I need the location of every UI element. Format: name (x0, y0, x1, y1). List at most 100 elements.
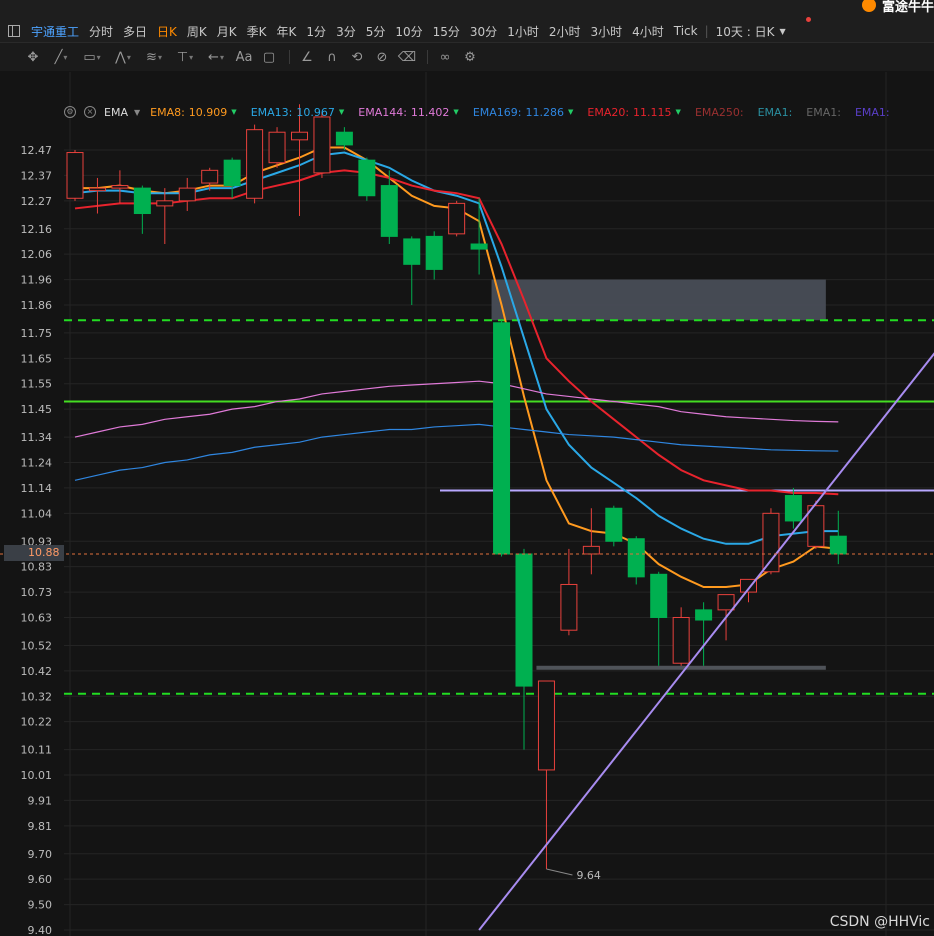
ema-legend-item[interactable]: EMA144: 11.402 ▼ (358, 106, 459, 119)
ema-legend-item[interactable]: EMA169: 11.286 ▼ (473, 106, 574, 119)
top-bar: 富途牛牛 宇通重工 分时 多日 日K 周K 月K 季K 年K 1分 3分 5分 10分 15分 30分 1… (0, 0, 934, 43)
fibonacci-tool-icon[interactable]: ≋ ▾ (140, 46, 168, 68)
timeframe-3[interactable]: 周K (182, 23, 212, 40)
ema-label[interactable]: EMA (104, 106, 128, 119)
candle-body (695, 609, 713, 621)
timeframe-15[interactable]: 3小时 (585, 23, 627, 40)
y-tick-label: 11.75 (21, 327, 53, 340)
candle-body (537, 680, 555, 771)
ema-legend-item[interactable]: EMA13: 10.967 ▼ (251, 106, 345, 119)
timeframe-16[interactable]: 4小时 (627, 23, 669, 40)
timeframe-14[interactable]: 2小时 (544, 23, 586, 40)
timeframe-0[interactable]: 分时 (84, 23, 118, 40)
candle-body (717, 594, 735, 611)
ema-legend-item[interactable]: EMA1: (758, 106, 793, 119)
ema-toggle-icon[interactable]: ▼ (339, 108, 344, 116)
ema-value: 11.115 (633, 105, 672, 119)
ema-value: 10.967 (296, 105, 335, 119)
timeframe-2[interactable]: 日K (152, 23, 182, 40)
y-tick-label: 10.01 (21, 769, 53, 782)
ema-legend-item[interactable]: EMA8: 10.909 ▼ (150, 106, 237, 119)
candle-body (313, 116, 331, 174)
range-chevron-icon[interactable]: ▼ (779, 27, 785, 36)
timeframe-17[interactable]: Tick (669, 24, 703, 38)
ema-toggle-icon[interactable]: ▼ (453, 108, 458, 116)
ema-toggle-icon[interactable]: ▼ (676, 108, 681, 116)
y-tick-label: 11.14 (21, 482, 53, 495)
candle-body (560, 583, 578, 631)
toolbar-separator (289, 50, 290, 64)
y-tick-label: 10.52 (21, 639, 53, 652)
link-icon[interactable]: ∞ (434, 46, 456, 68)
ema-name: EMA250: (694, 105, 744, 119)
ema-legend-item[interactable]: EMA20: 11.115 ▼ (587, 106, 681, 119)
timeframe-9[interactable]: 5分 (361, 23, 391, 40)
ema-value: 10.909 (188, 105, 228, 119)
candle-body (425, 235, 443, 270)
y-tick-label: 11.34 (21, 431, 53, 444)
candle-body (246, 129, 264, 199)
hide-icon[interactable]: ⊘ (371, 46, 393, 68)
sidebar-toggle-icon[interactable] (8, 25, 20, 37)
timeframe-10[interactable]: 10分 (390, 23, 427, 40)
ema-legend-item[interactable]: EMA1: (806, 106, 841, 119)
y-tick-label: 11.86 (21, 299, 53, 312)
ema-value: 11.402 (410, 105, 450, 119)
ema-toggle-icon[interactable]: ▼ (568, 108, 573, 116)
y-tick-label: 9.91 (28, 794, 53, 807)
price-zone (491, 279, 826, 321)
y-tick-label: 10.73 (21, 586, 53, 599)
stock-name[interactable]: 宇通重工 (26, 23, 84, 40)
y-tick-label: 12.37 (21, 169, 53, 182)
arrow-tool-icon[interactable]: ← ▾ (202, 46, 230, 68)
candle-body (515, 553, 533, 687)
comment-tool-icon[interactable]: ▢ (258, 46, 280, 68)
timeframe-4[interactable]: 月K (212, 23, 242, 40)
timeframe-1[interactable]: 多日 (118, 23, 152, 40)
y-tick-label: 11.04 (21, 507, 53, 520)
line-tool-icon[interactable]: ╱ ▾ (47, 46, 75, 68)
timeframe-5[interactable]: 季K (242, 23, 272, 40)
ema-toggle-icon[interactable]: ▼ (231, 108, 236, 116)
rectangle-tool-icon[interactable]: ▭ ▾ (78, 46, 106, 68)
candle-body (493, 322, 511, 555)
candle-body (605, 507, 623, 542)
y-tick-label: 10.32 (21, 690, 53, 703)
ema-name: EMA1: (854, 105, 890, 119)
y-tick-label: 11.24 (21, 457, 53, 470)
timeframe-8[interactable]: 3分 (331, 23, 361, 40)
ema-legend-item[interactable]: EMA1: (855, 106, 890, 119)
y-tick-label: 10.11 (21, 744, 53, 757)
current-price-value: 10.88 (28, 546, 60, 559)
ema-name: EMA1: (757, 105, 793, 119)
ema-value: 11.286 (525, 105, 564, 119)
chevron-down-icon[interactable]: ▼ (134, 108, 140, 117)
settings-icon[interactable]: ⚙ (459, 46, 481, 68)
timeframe-6[interactable]: 年K (272, 23, 302, 40)
candle-body (672, 616, 690, 664)
angle-tool-icon[interactable]: ∠ (296, 46, 318, 68)
price-level-tool-icon[interactable]: ⊤ ▾ (171, 46, 199, 68)
pattern-tool-icon[interactable]: ⋀ ▾ (109, 46, 137, 68)
timeframe-13[interactable]: 1小时 (502, 23, 544, 40)
y-tick-label: 11.65 (21, 352, 53, 365)
sync-icon[interactable]: ⟲ (346, 46, 368, 68)
y-tick-label: 11.96 (21, 274, 53, 287)
candle-body (784, 495, 802, 522)
candlestick-chart[interactable]: 12.47 12.37 12.27 12.16 12.06 11.96 11.86 11.75… (0, 72, 934, 936)
close-icon[interactable]: × (84, 106, 96, 118)
text-tool-icon[interactable]: Aa (233, 46, 255, 68)
magnet-icon[interactable]: ∩ (321, 46, 343, 68)
timeframe-11[interactable]: 15分 (428, 23, 465, 40)
timeframe-7[interactable]: 1分 (301, 23, 331, 40)
timeframe-separator: | (704, 24, 709, 38)
move-tool-icon[interactable]: ✥ (22, 46, 44, 68)
timeframe-12[interactable]: 30分 (465, 23, 502, 40)
trash-icon[interactable]: ⌫ (396, 46, 418, 68)
settings-icon[interactable]: ⚙ (64, 106, 76, 118)
ema-legend-item[interactable]: EMA250: (695, 106, 744, 119)
range-select[interactable]: 10天 : 日K (711, 23, 780, 40)
candle-body (223, 159, 241, 187)
y-tick-label: 10.42 (21, 665, 53, 678)
candle-body (291, 131, 308, 141)
